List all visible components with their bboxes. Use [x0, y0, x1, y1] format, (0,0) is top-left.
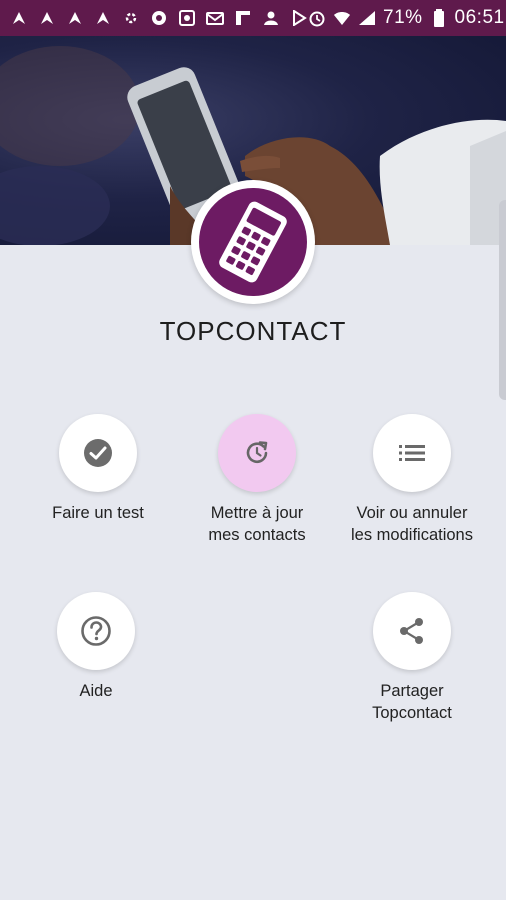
- app-title: TOPCONTACT: [159, 316, 347, 346]
- share-icon: [400, 618, 423, 644]
- alarm-icon: [308, 9, 326, 27]
- signal-icon: [358, 9, 376, 27]
- play-store-icon: [290, 9, 308, 27]
- voir-ou-annuler-label: Voir ou annuler les modifications: [351, 504, 473, 544]
- app-logo: [191, 180, 315, 304]
- flipboard-icon: [234, 9, 252, 27]
- check-circle-icon: [84, 439, 112, 467]
- record-icon: [150, 9, 168, 27]
- navigation-icon: [38, 9, 56, 27]
- navigation-icon: [10, 9, 28, 27]
- wifi-icon: [333, 9, 351, 27]
- navigation-icon: [66, 9, 84, 27]
- faire-un-test-circle[interactable]: [59, 414, 137, 492]
- battery-percentage: 71%: [383, 7, 423, 28]
- settings-icon: [122, 9, 140, 27]
- partager-button[interactable]: Partager Topcontact: [328, 592, 496, 724]
- voir-ou-annuler-circle[interactable]: [373, 414, 451, 492]
- system-icons: 71% 06:51: [308, 0, 506, 36]
- aide-circle[interactable]: [57, 592, 135, 670]
- contact-icon: [262, 9, 280, 27]
- mettre-a-jour-label: Mettre à jour mes contacts: [208, 504, 306, 544]
- status-bar: 71% 06:51: [0, 0, 506, 36]
- faire-un-test-label: Faire un test: [52, 504, 144, 522]
- aide-button[interactable]: Aide: [12, 592, 180, 702]
- faire-un-test-button[interactable]: Faire un test: [14, 414, 182, 524]
- update-icon: [246, 441, 268, 463]
- aide-label: Aide: [79, 682, 113, 700]
- photo-icon: [178, 9, 196, 27]
- mettre-a-jour-button[interactable]: Mettre à jour mes contacts: [173, 414, 341, 546]
- help-icon: [81, 616, 111, 646]
- mail-icon: [206, 9, 224, 27]
- phone-keypad-icon: [199, 188, 307, 296]
- clock: 06:51: [454, 7, 505, 28]
- edge-panel-handle[interactable]: [499, 200, 506, 400]
- notification-icons: [0, 0, 308, 36]
- voir-ou-annuler-button[interactable]: Voir ou annuler les modifications: [328, 414, 496, 546]
- navigation-icon: [94, 9, 112, 27]
- mettre-a-jour-circle[interactable]: [218, 414, 296, 492]
- partager-circle[interactable]: [373, 592, 451, 670]
- battery-icon: [430, 9, 448, 27]
- list-icon: [399, 445, 425, 461]
- partager-label: Partager Topcontact: [372, 682, 452, 722]
